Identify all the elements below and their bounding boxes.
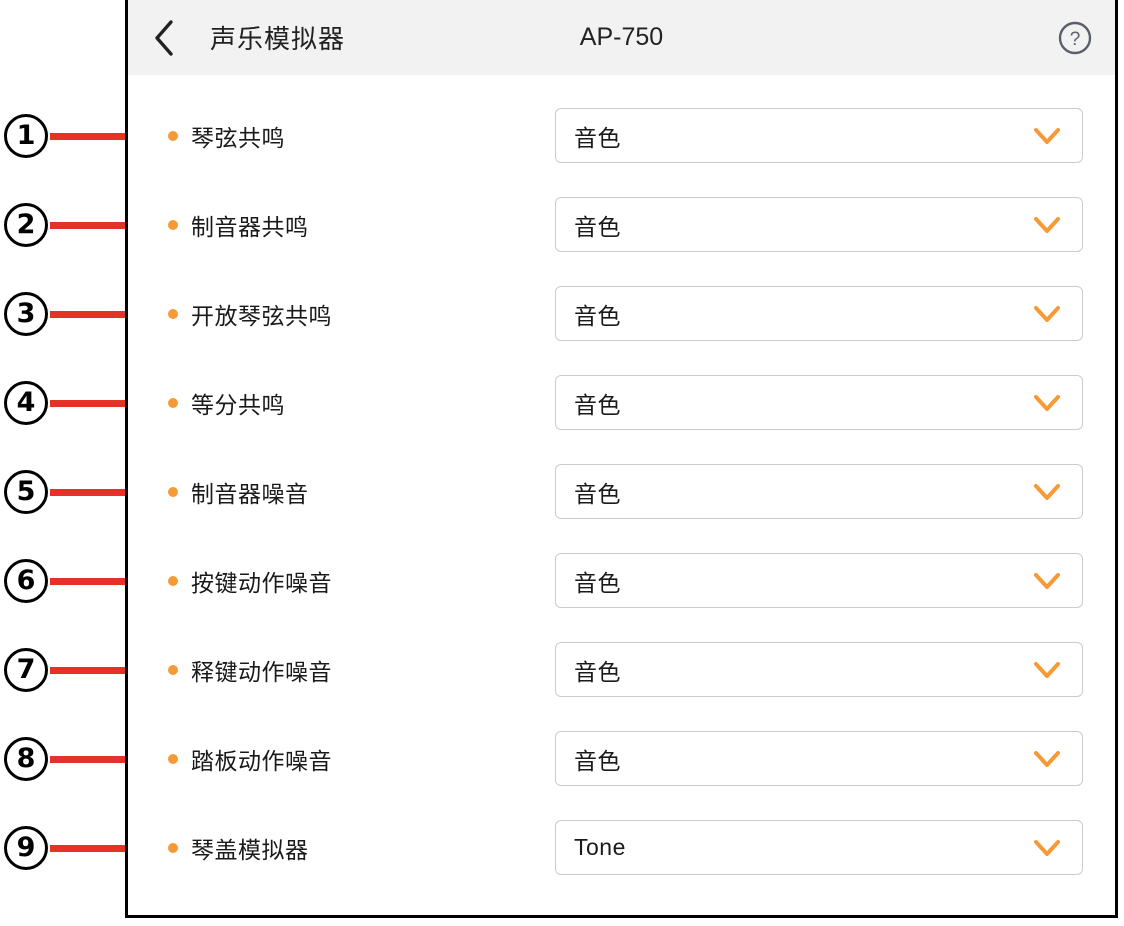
chevron-down-icon: [1034, 394, 1060, 412]
settings-row: 按键动作噪音 音色: [128, 553, 1115, 608]
setting-dropdown[interactable]: 音色: [555, 731, 1083, 786]
settings-row: 琴弦共鸣 音色: [128, 108, 1115, 163]
dropdown-selected-value: 音色: [574, 480, 621, 507]
help-circle-icon: ?: [1057, 21, 1093, 60]
svg-text:?: ?: [1070, 29, 1081, 50]
callout-number-badge: 1: [4, 113, 48, 158]
chevron-left-icon: [152, 18, 176, 58]
dropdown-selected-value: 音色: [574, 302, 621, 329]
bullet-dot-icon: [168, 664, 178, 675]
dropdown-selected-value: 音色: [574, 391, 621, 418]
settings-row: 释键动作噪音 音色: [128, 642, 1115, 697]
callout-number-badge: 4: [4, 380, 48, 425]
chevron-down-icon: [1034, 483, 1060, 501]
chevron-down-icon: [1034, 216, 1060, 234]
callout-number-badge: 7: [4, 647, 48, 692]
bullet-dot-icon: [168, 308, 178, 319]
setting-label: 等分共鸣: [191, 391, 285, 418]
dropdown-selected-value: 音色: [574, 658, 621, 685]
settings-row: 琴盖模拟器 Tone: [128, 820, 1115, 875]
help-button[interactable]: ?: [1057, 20, 1093, 56]
bullet-dot-icon: [168, 753, 178, 764]
setting-label: 琴盖模拟器: [191, 836, 309, 863]
settings-row: 开放琴弦共鸣 音色: [128, 286, 1115, 341]
chevron-down-icon: [1034, 750, 1060, 768]
setting-label: 制音器噪音: [191, 480, 309, 507]
callout-number-badge: 9: [4, 825, 48, 870]
back-button[interactable]: [128, 0, 200, 75]
setting-dropdown[interactable]: 音色: [555, 553, 1083, 608]
setting-label: 开放琴弦共鸣: [191, 302, 332, 329]
chevron-down-icon: [1034, 839, 1060, 857]
bullet-dot-icon: [168, 575, 178, 586]
chevron-down-icon: [1034, 127, 1060, 145]
setting-dropdown[interactable]: 音色: [555, 375, 1083, 430]
header-bar: 声乐模拟器 AP-750 ?: [128, 0, 1115, 75]
settings-row: 踏板动作噪音 音色: [128, 731, 1115, 786]
settings-row: 制音器噪音 音色: [128, 464, 1115, 519]
bullet-dot-icon: [168, 486, 178, 497]
chevron-down-icon: [1034, 305, 1060, 323]
setting-label: 踏板动作噪音: [191, 747, 332, 774]
dropdown-selected-value: 音色: [574, 124, 621, 151]
chevron-down-icon: [1034, 572, 1060, 590]
device-screen-panel: 声乐模拟器 AP-750 ? 琴弦共鸣 音色 制音器共鸣 音色 开放琴弦共鸣 音色 等分共鸣…: [125, 0, 1118, 918]
dropdown-selected-value: 音色: [574, 747, 621, 774]
bullet-dot-icon: [168, 219, 178, 230]
bullet-dot-icon: [168, 130, 178, 141]
chevron-down-icon: [1034, 661, 1060, 679]
setting-dropdown[interactable]: Tone: [555, 820, 1083, 875]
callout-number-badge: 5: [4, 469, 48, 514]
setting-dropdown[interactable]: 音色: [555, 108, 1083, 163]
setting-dropdown[interactable]: 音色: [555, 642, 1083, 697]
callout-number-badge: 8: [4, 736, 48, 781]
dropdown-selected-value: 音色: [574, 569, 621, 596]
settings-row: 等分共鸣 音色: [128, 375, 1115, 430]
setting-dropdown[interactable]: 音色: [555, 197, 1083, 252]
setting-dropdown[interactable]: 音色: [555, 286, 1083, 341]
setting-label: 琴弦共鸣: [191, 124, 285, 151]
settings-row: 制音器共鸣 音色: [128, 197, 1115, 252]
callout-number-badge: 2: [4, 202, 48, 247]
setting-label: 释键动作噪音: [191, 658, 332, 685]
bullet-dot-icon: [168, 842, 178, 853]
callout-number-badge: 6: [4, 558, 48, 603]
dropdown-selected-value: Tone: [574, 834, 626, 860]
page-title: 声乐模拟器: [210, 24, 346, 54]
setting-label: 制音器共鸣: [191, 213, 309, 240]
callout-number-badge: 3: [4, 291, 48, 336]
setting-label: 按键动作噪音: [191, 569, 332, 596]
dropdown-selected-value: 音色: [574, 213, 621, 240]
setting-dropdown[interactable]: 音色: [555, 464, 1083, 519]
bullet-dot-icon: [168, 397, 178, 408]
